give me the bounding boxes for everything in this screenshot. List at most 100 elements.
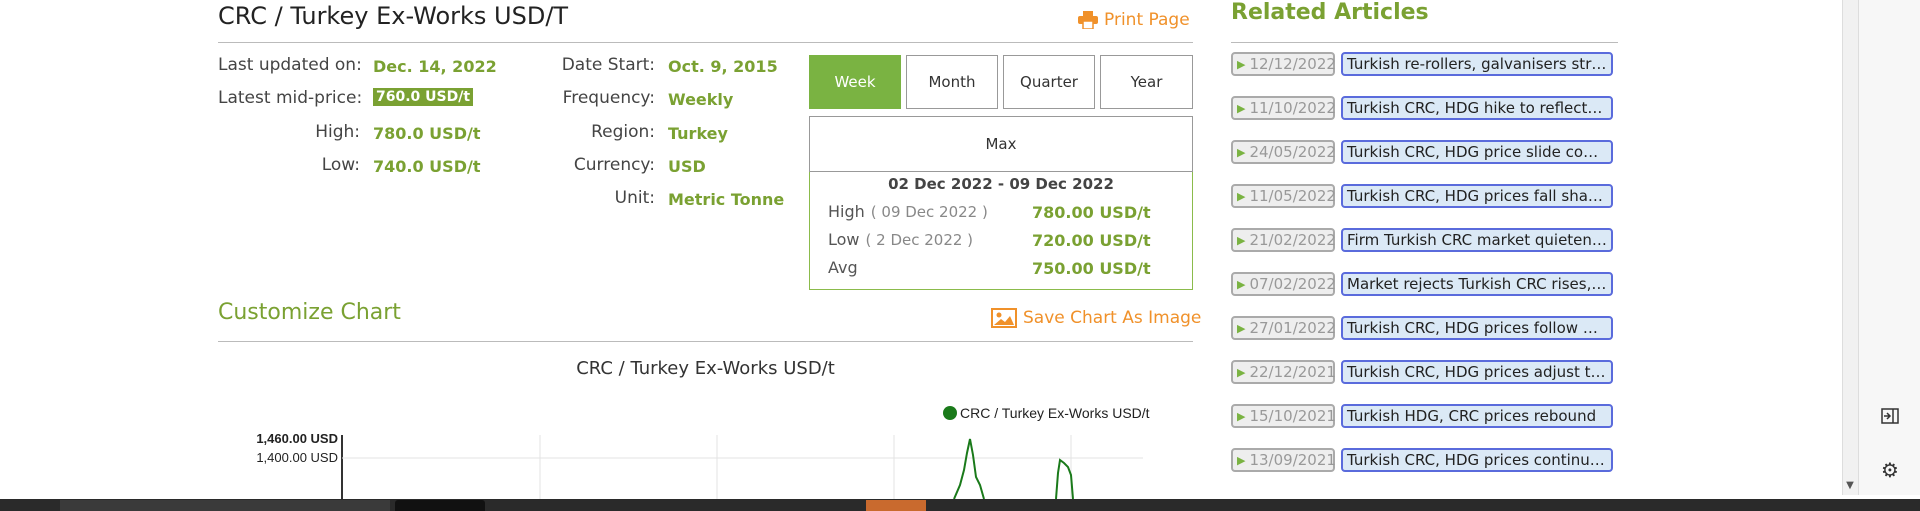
related-article-link[interactable]: Turkish re-rollers, galvanisers striv... xyxy=(1341,52,1613,76)
related-article-date-text: 13/09/2021 xyxy=(1249,451,1336,469)
date-start-label: Date Start: xyxy=(561,55,655,75)
low-label: Low: xyxy=(321,155,360,175)
taskbar-app-active[interactable] xyxy=(866,500,926,511)
related-article-item[interactable]: ▶ 11/05/2022 Turkish CRC, HDG prices fall … xyxy=(1231,184,1613,210)
print-page-label: Print Page xyxy=(1104,10,1190,30)
related-article-item[interactable]: ▶ 13/09/2021 Turkish CRC, HDG prices conti… xyxy=(1231,448,1613,474)
y-tick-label: 1,400.00 USD xyxy=(256,450,338,465)
range-max-button[interactable]: Max xyxy=(809,116,1193,172)
related-article-link[interactable]: Turkish CRC, HDG prices adjust to ... xyxy=(1341,360,1613,384)
play-triangle-icon: ▶ xyxy=(1237,101,1246,115)
save-chart-label: Save Chart As Image xyxy=(1023,308,1202,328)
related-article-date: ▶ 21/02/2022 xyxy=(1231,228,1336,252)
play-triangle-icon: ▶ xyxy=(1237,233,1246,247)
page-scrollbar[interactable] xyxy=(1842,0,1859,495)
related-article-item[interactable]: ▶ 21/02/2022 Firm Turkish CRC market quiet… xyxy=(1231,228,1613,254)
customize-divider xyxy=(218,341,1193,342)
stats-date-range: 02 Dec 2022 - 09 Dec 2022 xyxy=(888,175,1114,193)
taskbar-search-box[interactable] xyxy=(60,500,390,511)
customize-chart-heading: Customize Chart xyxy=(218,300,401,325)
related-article-date: ▶ 22/12/2021 xyxy=(1231,360,1336,384)
image-icon xyxy=(991,308,1017,328)
unit-label: Unit: xyxy=(614,188,655,208)
scroll-down-arrow-icon[interactable]: ▼ xyxy=(1843,480,1857,491)
play-triangle-icon: ▶ xyxy=(1237,57,1246,71)
stats-low-date: ( 2 Dec 2022 ) xyxy=(865,231,974,249)
chart-title: CRC / Turkey Ex-Works USD/t xyxy=(576,358,835,379)
frequency-label: Frequency: xyxy=(562,88,655,108)
play-triangle-icon: ▶ xyxy=(1237,453,1246,467)
related-article-link[interactable]: Market rejects Turkish CRC rises, H... xyxy=(1341,272,1613,296)
related-article-date-text: 24/05/2022 xyxy=(1249,143,1336,161)
related-article-date: ▶ 27/01/2022 xyxy=(1231,316,1336,340)
stats-high-label: High xyxy=(828,202,865,221)
related-article-date: ▶ 24/05/2022 xyxy=(1231,140,1336,164)
related-article-link[interactable]: Turkish HDG, CRC prices rebound xyxy=(1341,404,1613,428)
taskbar-app[interactable] xyxy=(395,500,485,511)
play-triangle-icon: ▶ xyxy=(1237,277,1246,291)
low-value: 740.0 USD/t xyxy=(373,157,481,176)
range-week-button[interactable]: Week xyxy=(809,55,901,109)
high-value: 780.0 USD/t xyxy=(373,124,481,143)
stats-high-value: 780.00 USD/t xyxy=(1032,203,1151,222)
related-article-date-text: 21/02/2022 xyxy=(1249,231,1336,249)
related-article-item[interactable]: ▶ 27/01/2022 Turkish CRC, HDG prices follo… xyxy=(1231,316,1613,342)
legend-label: CRC / Turkey Ex-Works USD/t xyxy=(960,405,1150,421)
play-triangle-icon: ▶ xyxy=(1237,145,1246,159)
related-article-item[interactable]: ▶ 15/10/2021 Turkish HDG, CRC prices rebou… xyxy=(1231,404,1613,430)
stats-avg-value: 750.00 USD/t xyxy=(1032,259,1151,278)
high-label: High: xyxy=(315,122,360,142)
related-article-date-text: 07/02/2022 xyxy=(1249,275,1336,293)
related-article-date: ▶ 11/05/2022 xyxy=(1231,184,1336,208)
latest-mid-price-value: 760.0 USD/t xyxy=(373,88,474,106)
related-article-link[interactable]: Turkish CRC, HDG prices fall sharpl... xyxy=(1341,184,1613,208)
related-article-link[interactable]: Turkish CRC, HDG prices follow HR... xyxy=(1341,316,1613,340)
range-month-button[interactable]: Month xyxy=(906,55,998,109)
related-article-date-text: 11/05/2022 xyxy=(1249,187,1336,205)
settings-gear-icon[interactable]: ⚙ xyxy=(1881,458,1899,482)
panel-toggle-icon[interactable] xyxy=(1881,408,1899,424)
related-article-item[interactable]: ▶ 22/12/2021 Turkish CRC, HDG prices adjus… xyxy=(1231,360,1613,386)
related-article-item[interactable]: ▶ 11/10/2022 Turkish CRC, HDG hike to refl… xyxy=(1231,96,1613,122)
related-article-item[interactable]: ▶ 07/02/2022 Market rejects Turkish CRC ri… xyxy=(1231,272,1613,298)
play-triangle-icon: ▶ xyxy=(1237,409,1246,423)
range-year-button[interactable]: Year xyxy=(1100,55,1193,109)
related-article-link[interactable]: Turkish CRC, HDG hike to reflect hi... xyxy=(1341,96,1613,120)
frequency-value: Weekly xyxy=(668,90,734,109)
stats-low-row: Low ( 2 Dec 2022 ) xyxy=(828,230,973,249)
stats-low-label: Low xyxy=(828,230,860,249)
related-divider xyxy=(1231,42,1618,43)
play-triangle-icon: ▶ xyxy=(1237,321,1246,335)
play-triangle-icon: ▶ xyxy=(1237,365,1246,379)
legend-swatch xyxy=(943,406,957,420)
series-line xyxy=(953,438,985,499)
related-article-link[interactable]: Turkish CRC, HDG price slide conti... xyxy=(1341,140,1613,164)
price-chart[interactable]: CRC / Turkey Ex-Works USD/t 1,460.00 USD… xyxy=(218,395,1193,499)
related-article-item[interactable]: ▶ 12/12/2022 Turkish re-rollers, galvanise… xyxy=(1231,52,1613,78)
related-article-date-text: 27/01/2022 xyxy=(1249,319,1336,337)
range-quarter-button[interactable]: Quarter xyxy=(1003,55,1095,109)
series-line xyxy=(1055,458,1074,499)
date-start-value: Oct. 9, 2015 xyxy=(668,57,778,76)
stats-avg-label: Avg xyxy=(828,258,858,277)
related-article-date-text: 12/12/2022 xyxy=(1249,55,1336,73)
print-page-link[interactable]: Print Page xyxy=(1078,10,1190,30)
latest-mid-price-label: Latest mid-price: xyxy=(218,88,363,108)
related-article-link[interactable]: Firm Turkish CRC market quietens,... xyxy=(1341,228,1613,252)
related-articles-heading: Related Articles xyxy=(1231,0,1429,25)
last-updated-value: Dec. 14, 2022 xyxy=(373,57,497,76)
related-article-date-text: 15/10/2021 xyxy=(1249,407,1336,425)
stats-low-value: 720.00 USD/t xyxy=(1032,231,1151,250)
related-article-date: ▶ 12/12/2022 xyxy=(1231,52,1336,76)
related-article-link[interactable]: Turkish CRC, HDG prices continue ... xyxy=(1341,448,1613,472)
related-article-date-text: 22/12/2021 xyxy=(1249,363,1336,381)
currency-value: USD xyxy=(668,157,706,176)
save-chart-link[interactable]: Save Chart As Image xyxy=(991,308,1201,328)
currency-label: Currency: xyxy=(573,155,655,175)
title-divider xyxy=(218,42,1193,43)
printer-icon xyxy=(1078,11,1098,29)
chart-legend[interactable]: CRC / Turkey Ex-Works USD/t xyxy=(943,405,1150,421)
y-tick-label: 1,460.00 USD xyxy=(256,431,338,446)
related-article-item[interactable]: ▶ 24/05/2022 Turkish CRC, HDG price slide … xyxy=(1231,140,1613,166)
browser-side-panel: ⚙ xyxy=(1858,0,1920,495)
